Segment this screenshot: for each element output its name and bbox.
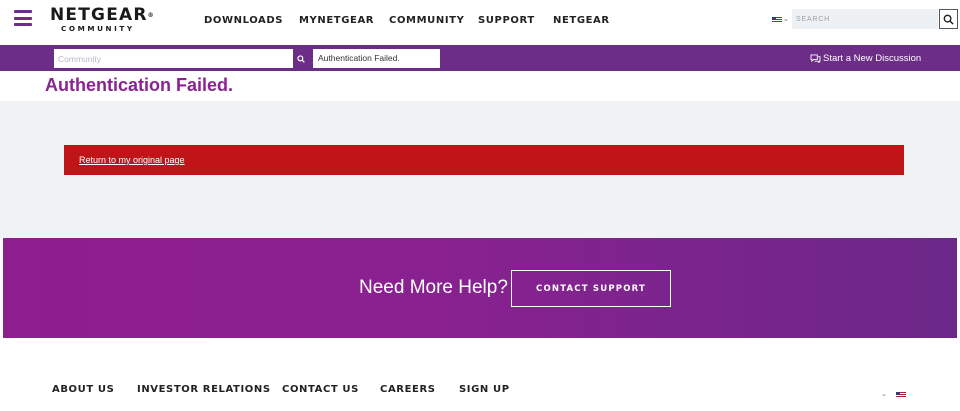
chevron-down-icon[interactable]: ⌄ [783, 15, 789, 23]
community-search-input[interactable] [54, 49, 293, 68]
footer-link-about-us[interactable]: ABOUT US [52, 384, 114, 395]
start-new-discussion-link[interactable]: Start a New Discussion [810, 53, 921, 64]
search-icon [297, 54, 305, 63]
return-to-original-page-link[interactable]: Return to my original page [79, 155, 185, 165]
community-search-button[interactable] [293, 49, 309, 68]
us-flag-icon[interactable] [772, 17, 782, 23]
footer-link-careers[interactable]: CAREERS [380, 384, 436, 395]
error-alert: Return to my original page [64, 145, 904, 175]
hamburger-menu-icon[interactable] [14, 10, 32, 26]
nav-support[interactable]: SUPPORT [478, 15, 535, 26]
search-icon [943, 14, 954, 25]
site-header: NETGEAR® COMMUNITY DOWNLOADS MYNETGEAR C… [0, 0, 960, 40]
help-heading: Need More Help? [359, 277, 508, 298]
us-flag-icon[interactable] [896, 392, 906, 398]
nav-netgear[interactable]: NETGEAR [553, 15, 610, 26]
nav-community[interactable]: COMMUNITY [389, 15, 464, 26]
logo-subtitle: COMMUNITY [61, 24, 135, 33]
discussion-icon [810, 54, 821, 63]
footer-link-contact-us[interactable]: CONTACT US [282, 384, 359, 395]
contact-support-button[interactable]: CONTACT SUPPORT [511, 270, 671, 307]
page-title: Authentication Failed. [45, 75, 234, 95]
site-search-input[interactable] [792, 9, 938, 29]
footer-link-investor-relations[interactable]: INVESTOR RELATIONS [137, 384, 271, 395]
footer-link-sign-up[interactable]: SIGN UP [459, 384, 510, 395]
chevron-down-icon[interactable]: ⌄ [881, 390, 887, 398]
start-new-discussion-label: Start a New Discussion [823, 53, 922, 64]
breadcrumb: Authentication Failed. [313, 49, 440, 68]
nav-mynetgear[interactable]: MYNETGEAR [299, 15, 374, 26]
logo-wordmark: NETGEAR® [50, 5, 154, 25]
nav-downloads[interactable]: DOWNLOADS [204, 15, 283, 26]
site-search-button[interactable] [939, 9, 958, 29]
netgear-logo[interactable]: NETGEAR® COMMUNITY [50, 7, 162, 34]
